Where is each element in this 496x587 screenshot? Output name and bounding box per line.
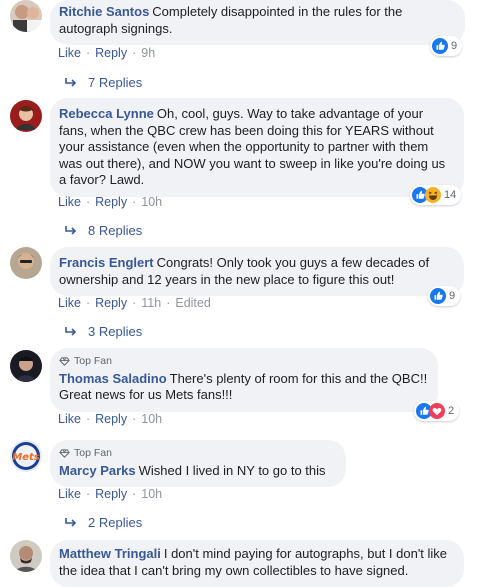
reaction-count: 2 [448, 405, 455, 417]
like-reaction-icon [430, 288, 446, 304]
avatar[interactable]: Mets [10, 440, 42, 472]
top-fan-badge: Top Fan [59, 445, 336, 462]
love-reaction-icon [429, 403, 445, 419]
diamond-badge-icon [59, 449, 70, 458]
view-replies-link[interactable]: 2 Replies [64, 515, 142, 530]
separator: · [85, 46, 91, 60]
comment-actions: Like · Reply · 10h [58, 412, 162, 426]
separator: · [166, 296, 171, 310]
like-link[interactable]: Like [58, 412, 81, 426]
comment-author[interactable]: Thomas Saladino [59, 371, 167, 386]
reply-link[interactable]: Reply [95, 195, 127, 209]
timestamp[interactable]: 10h [141, 195, 162, 209]
separator: · [132, 412, 137, 426]
replies-label: 3 Replies [88, 324, 143, 339]
comment-bubble: Top Fan Marcy Parks Wished I lived in NY … [50, 440, 346, 487]
edited-label[interactable]: Edited [175, 296, 210, 310]
reply-link[interactable]: Reply [95, 412, 127, 426]
comment-bubble: Francis Englert Congrats! Only took you g… [50, 247, 464, 296]
separator: · [132, 46, 137, 60]
reply-arrow-icon [65, 517, 77, 527]
avatar[interactable] [10, 540, 42, 572]
diamond-badge-icon [59, 357, 70, 366]
svg-text:Mets: Mets [12, 452, 40, 463]
separator: · [132, 195, 137, 209]
badge-label: Top Fan [74, 447, 112, 459]
timestamp[interactable]: 10h [141, 412, 162, 426]
separator: · [85, 487, 91, 501]
like-link[interactable]: Like [58, 296, 81, 310]
replies-label: 2 Replies [88, 515, 143, 530]
reply-arrow-icon [65, 326, 77, 336]
comment-actions: Like · Reply · 10h [58, 195, 162, 209]
reply-link[interactable]: Reply [95, 46, 127, 60]
comment-actions: Like · Reply · 9h [58, 46, 155, 60]
separator: · [132, 296, 137, 310]
comment-author[interactable]: Rebecca Lynne [59, 106, 154, 121]
top-fan-badge: Top Fan [59, 353, 428, 370]
comment-bubble: Ritchie Santos Completely disappointed in… [50, 0, 465, 45]
comment-author[interactable]: Marcy Parks [59, 463, 136, 478]
avatar[interactable] [10, 0, 42, 32]
comment-author[interactable]: Francis Englert [59, 255, 154, 270]
like-link[interactable]: Like [58, 487, 81, 501]
reaction-summary[interactable]: 2 [414, 401, 460, 421]
comment-bubble: Rebecca Lynne Oh, cool, guys. Way to take… [50, 98, 464, 197]
reply-link[interactable]: Reply [95, 487, 127, 501]
reaction-summary[interactable]: 9 [428, 286, 461, 306]
comment-bubble: Top Fan Thomas Saladino There's plenty of… [50, 348, 438, 412]
timestamp[interactable]: 9h [141, 46, 155, 60]
comment-author[interactable]: Ritchie Santos [59, 4, 149, 19]
timestamp[interactable]: 10h [141, 487, 162, 501]
haha-reaction-icon [425, 187, 441, 203]
avatar[interactable] [10, 100, 42, 132]
comment-thread: Ritchie Santos Completely disappointed in… [0, 0, 496, 587]
reply-arrow-icon [65, 77, 77, 87]
reaction-count: 9 [451, 40, 458, 52]
avatar[interactable] [10, 350, 42, 382]
view-replies-link[interactable]: 8 Replies [64, 223, 142, 238]
view-replies-link[interactable]: 3 Replies [64, 324, 142, 339]
comment-bubble: Matthew Tringali I don't mind paying for … [50, 540, 464, 587]
separator: · [85, 296, 91, 310]
like-link[interactable]: Like [58, 195, 81, 209]
comment-actions: Like · Reply · 10h [58, 487, 162, 501]
like-link[interactable]: Like [58, 46, 81, 60]
comment-author[interactable]: Matthew Tringali [59, 546, 161, 561]
replies-label: 8 Replies [88, 223, 143, 238]
badge-label: Top Fan [74, 355, 112, 367]
avatar[interactable] [10, 247, 42, 279]
separator: · [85, 195, 91, 209]
comment-text: Wished I lived in NY to go to this [138, 462, 326, 478]
reply-arrow-icon [65, 225, 77, 235]
timestamp[interactable]: 11h [141, 296, 161, 310]
separator: · [132, 487, 137, 501]
separator: · [85, 412, 91, 426]
reaction-count: 9 [449, 290, 456, 302]
comment-actions: Like · Reply · 11h · Edited [58, 296, 211, 310]
view-replies-link[interactable]: 7 Replies [64, 75, 142, 90]
reaction-summary[interactable]: 9 [430, 36, 463, 56]
like-reaction-icon [432, 38, 448, 54]
reply-link[interactable]: Reply [95, 296, 127, 310]
reaction-count: 14 [444, 189, 457, 201]
reaction-summary[interactable]: 14 [410, 185, 462, 205]
replies-label: 7 Replies [88, 75, 143, 90]
